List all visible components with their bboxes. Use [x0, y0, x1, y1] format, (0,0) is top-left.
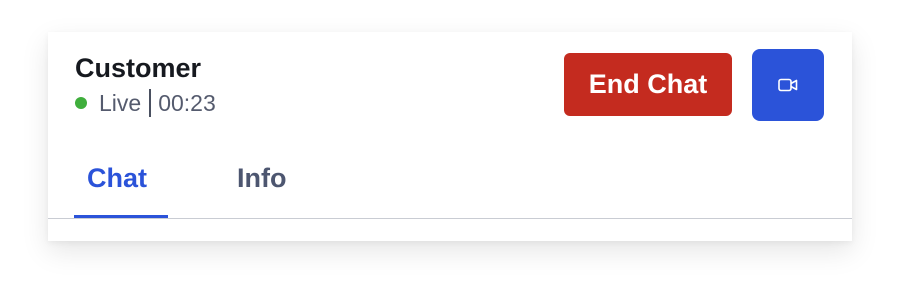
customer-name: Customer	[75, 53, 202, 83]
tab-chat[interactable]: Chat	[74, 160, 168, 218]
chat-header-panel: Customer Live 00:23 End Chat Chat Info	[48, 32, 852, 241]
video-call-button[interactable]	[752, 49, 824, 121]
chat-status: Live 00:23	[75, 88, 216, 118]
status-divider	[149, 89, 152, 117]
video-camera-icon	[778, 78, 798, 92]
chat-timer: 00:23	[158, 89, 216, 116]
live-indicator-dot	[75, 97, 87, 109]
status-label: Live	[99, 89, 142, 116]
tab-info-label: Info	[237, 163, 287, 193]
tab-chat-label: Chat	[87, 163, 147, 193]
tab-info[interactable]: Info	[237, 160, 307, 218]
tab-bar: Chat Info	[48, 160, 852, 219]
end-chat-button[interactable]: End Chat	[564, 53, 732, 116]
